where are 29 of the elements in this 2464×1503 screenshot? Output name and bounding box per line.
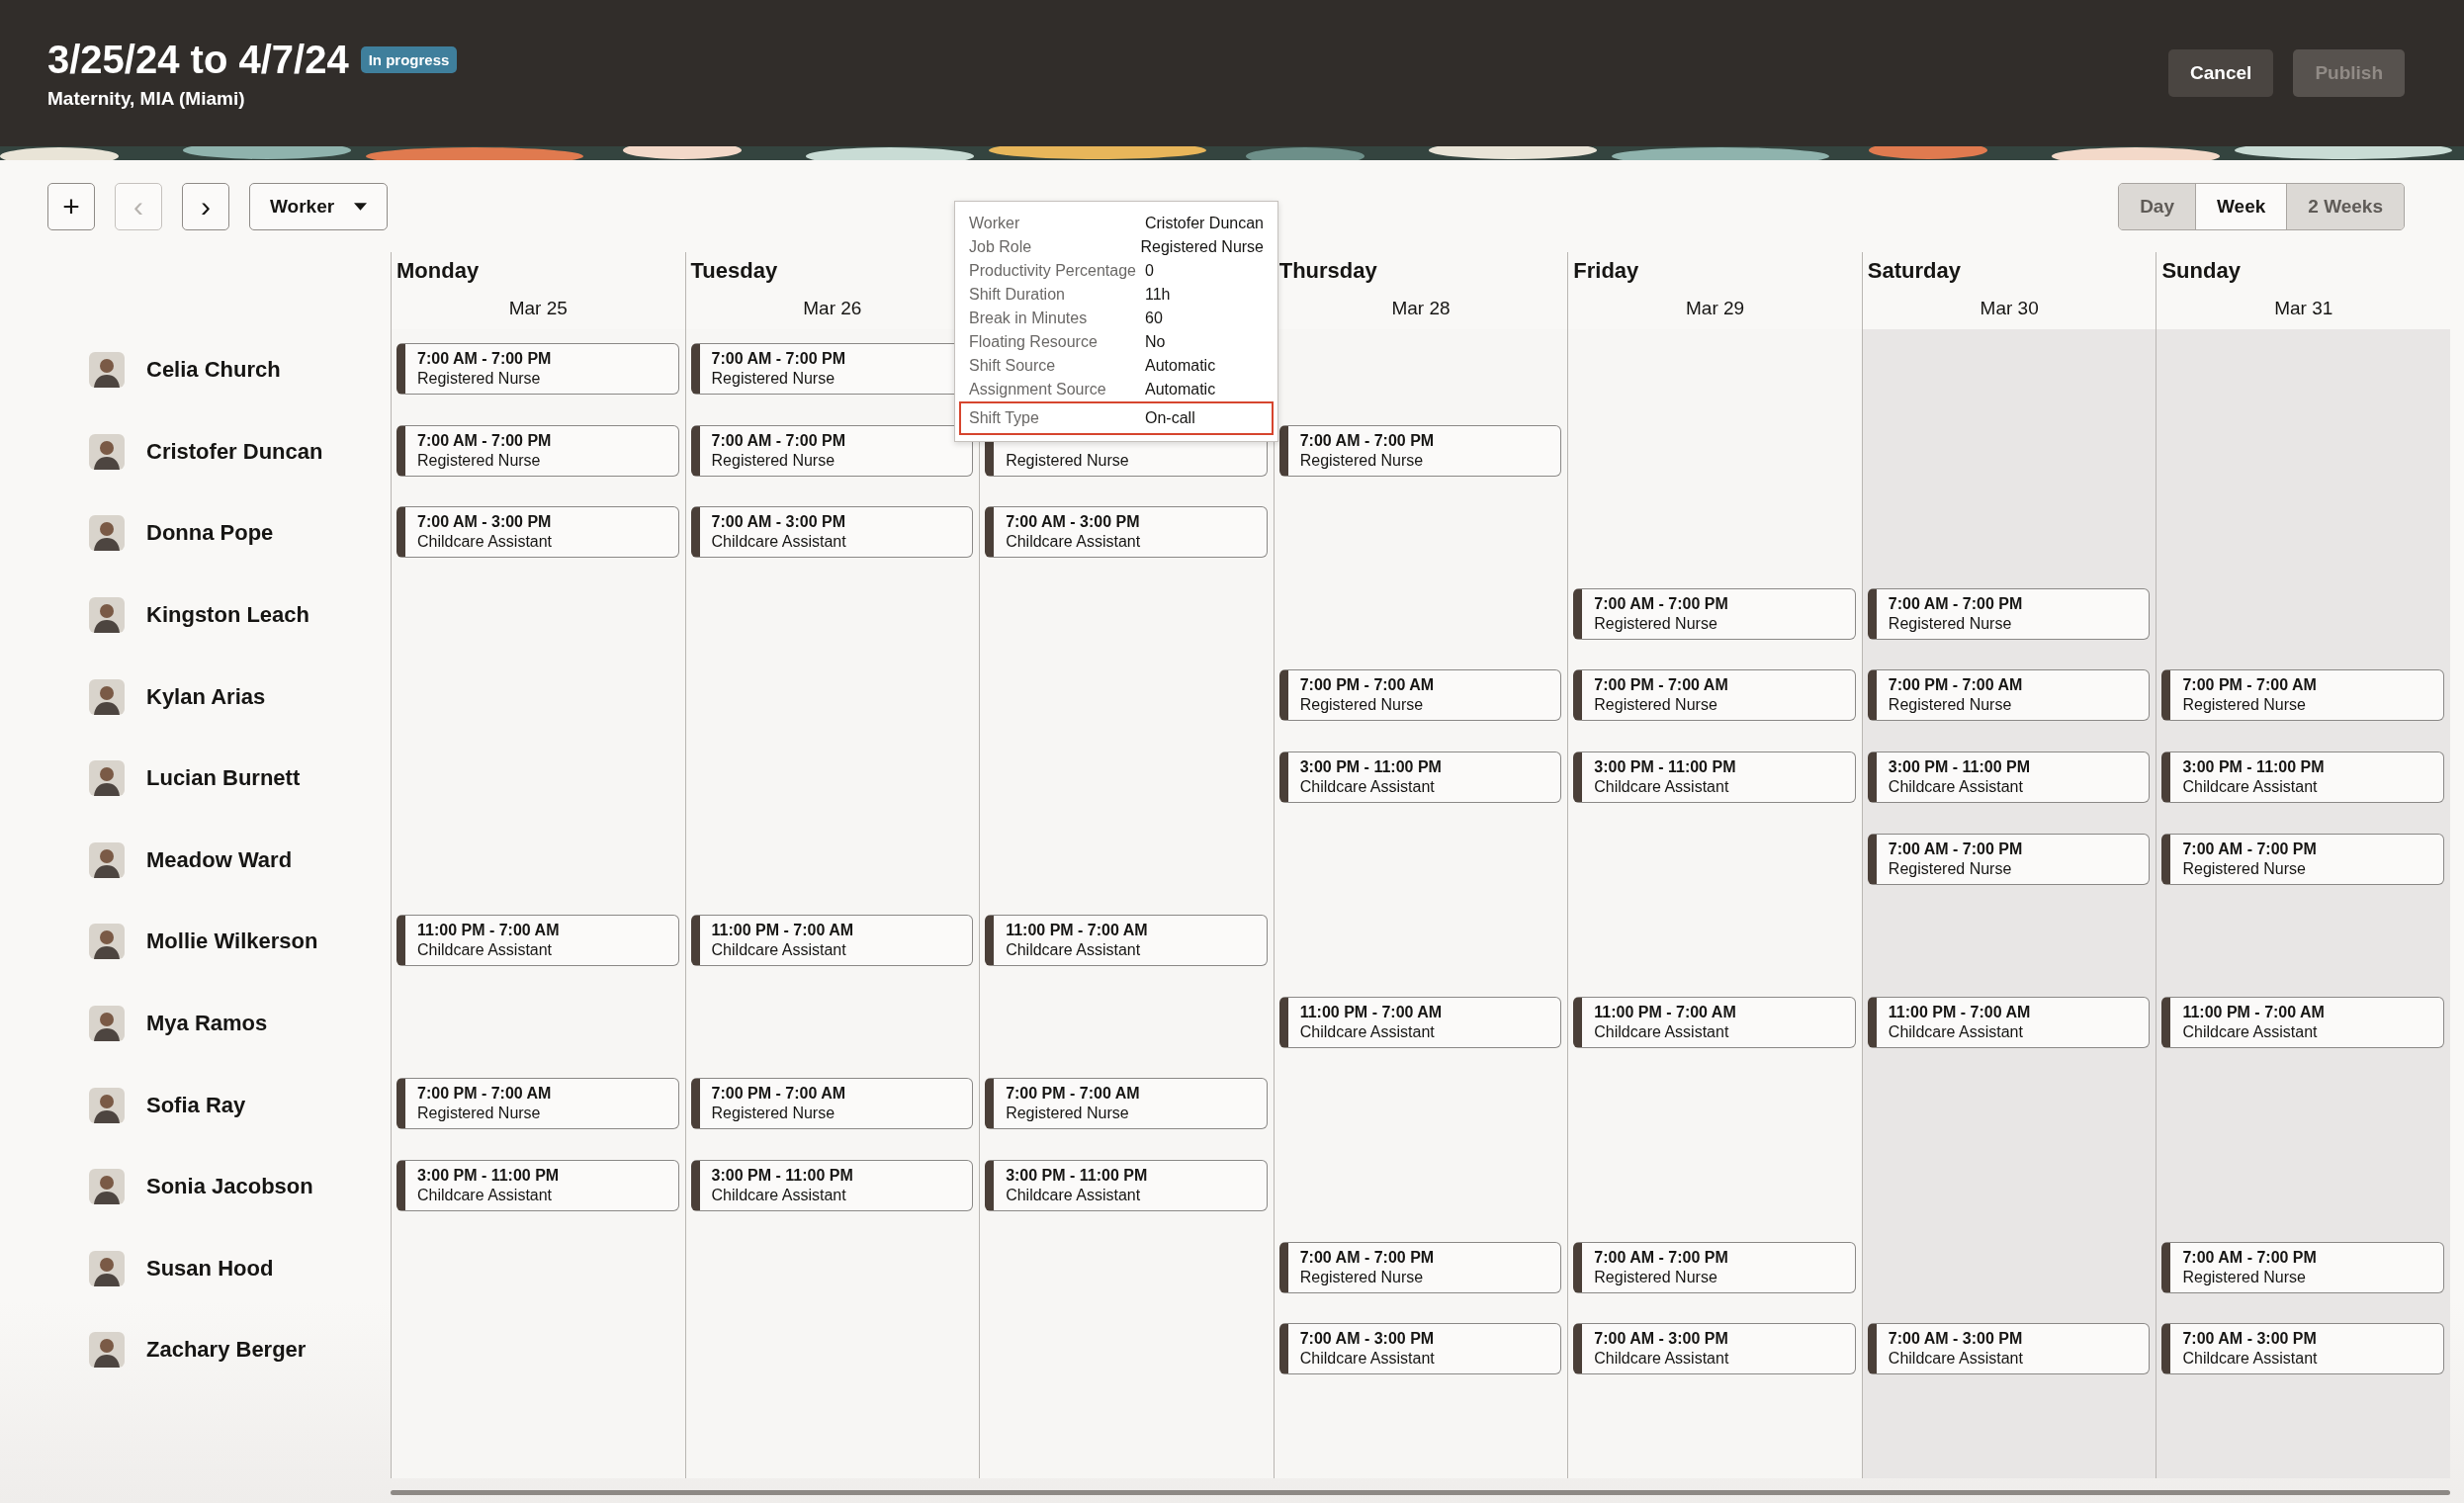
detail-label: Productivity Percentage xyxy=(969,262,1137,280)
day-date: Mar 29 xyxy=(1685,298,1746,319)
day-name: Monday xyxy=(396,258,481,284)
day-name: Sunday xyxy=(2161,258,2242,284)
detail-value: 60 xyxy=(1145,309,1163,327)
detail-value: 11h xyxy=(1145,286,1171,304)
detail-value: On-call xyxy=(1145,409,1195,427)
day-date: Mar 25 xyxy=(507,298,569,319)
status-badge: In progress xyxy=(360,45,458,73)
day-date: Mar 28 xyxy=(1390,298,1452,319)
detail-value: Cristofer Duncan xyxy=(1144,215,1264,232)
day-name: Saturday xyxy=(1867,258,1962,284)
day-name: Friday xyxy=(1573,258,1640,284)
page-title: 3/25/24 to 4/7/24 xyxy=(47,37,349,82)
detail-value: Automatic xyxy=(1145,357,1216,375)
detail-label: Shift Type xyxy=(969,409,1040,427)
detail-label: Worker xyxy=(969,215,1021,232)
day-date: Mar 30 xyxy=(1979,298,2040,319)
page-subtitle: Maternity, MIA (Miami) xyxy=(47,87,246,110)
detail-label: Break in Minutes xyxy=(969,309,1089,327)
detail-value: Registered Nurse xyxy=(1140,238,1264,256)
day-name: Thursday xyxy=(1278,258,1378,284)
detail-value: Automatic xyxy=(1145,381,1216,398)
detail-label: Job Role xyxy=(969,238,1033,256)
detail-value: 0 xyxy=(1145,262,1154,280)
detail-value: No xyxy=(1145,333,1166,351)
detail-label: Shift Duration xyxy=(969,286,1066,304)
day-date: Mar 26 xyxy=(802,298,863,319)
day-date: Mar 31 xyxy=(2273,298,2334,319)
